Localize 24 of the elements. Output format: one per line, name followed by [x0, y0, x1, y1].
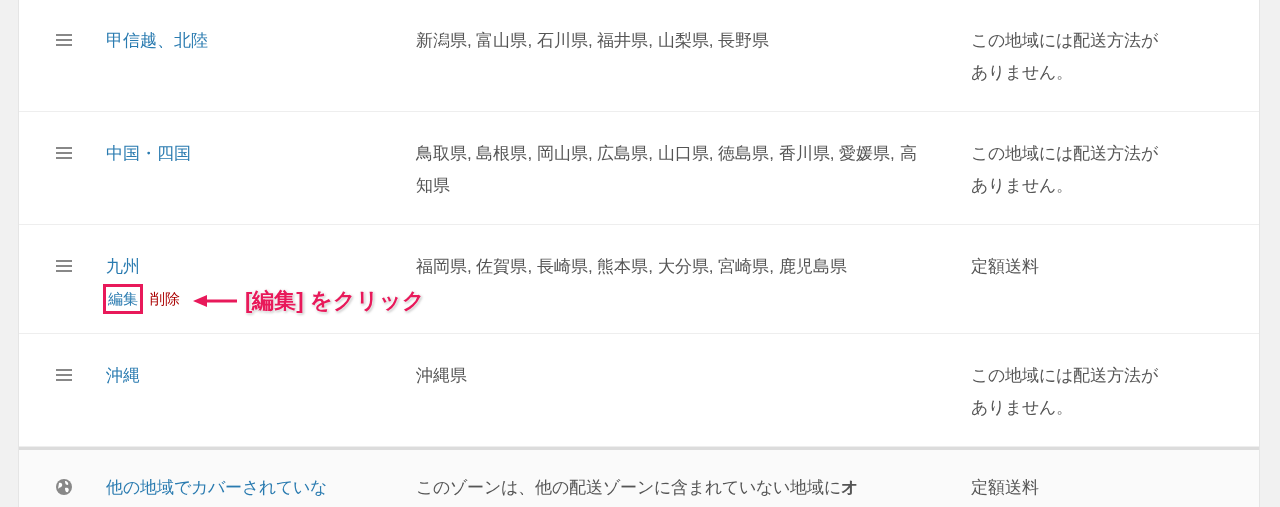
callout-label: [編集] をクリック	[245, 287, 425, 315]
zone-regions: このゾーンは、他の配送ゾーンに含まれていない地域にオ	[416, 477, 859, 499]
zone-name-link[interactable]: 九州	[106, 251, 140, 283]
zone-name-link[interactable]: 甲信越、北陸	[106, 25, 208, 57]
zone-name-link[interactable]: 中国・四国	[106, 138, 191, 170]
drag-handle-icon[interactable]	[56, 34, 72, 46]
zone-regions: 福岡県, 佐賀県, 長崎県, 熊本県, 大分県, 宮崎県, 鹿児島県	[416, 256, 848, 278]
shipping-methods: この地域には配送方法がありません。	[971, 30, 1159, 84]
shipping-methods: 定額送料	[971, 477, 1040, 499]
shipping-methods: この地域には配送方法がありません。	[971, 365, 1159, 419]
zone-regions: 沖縄県	[416, 365, 468, 387]
zone-regions: 新潟県, 富山県, 石川県, 福井県, 山梨県, 長野県	[416, 30, 771, 52]
delete-link[interactable]: 削除	[150, 287, 180, 311]
shipping-methods: この地域には配送方法がありません。	[971, 143, 1159, 197]
globe-icon	[55, 478, 73, 496]
callout-arrow	[193, 293, 237, 308]
edit-link[interactable]: 編集	[106, 287, 140, 311]
zone-name-link[interactable]: 他の地域でカバーされていな	[106, 472, 327, 504]
drag-handle-icon[interactable]	[56, 147, 72, 159]
drag-handle-icon[interactable]	[56, 260, 72, 272]
shipping-methods: 定額送料	[971, 256, 1040, 278]
zone-regions: 鳥取県, 島根県, 岡山県, 広島県, 山口県, 徳島県, 香川県, 愛媛県, 高知県	[416, 143, 918, 197]
drag-handle-icon[interactable]	[56, 369, 72, 381]
zone-name-link[interactable]: 沖縄	[106, 360, 140, 392]
